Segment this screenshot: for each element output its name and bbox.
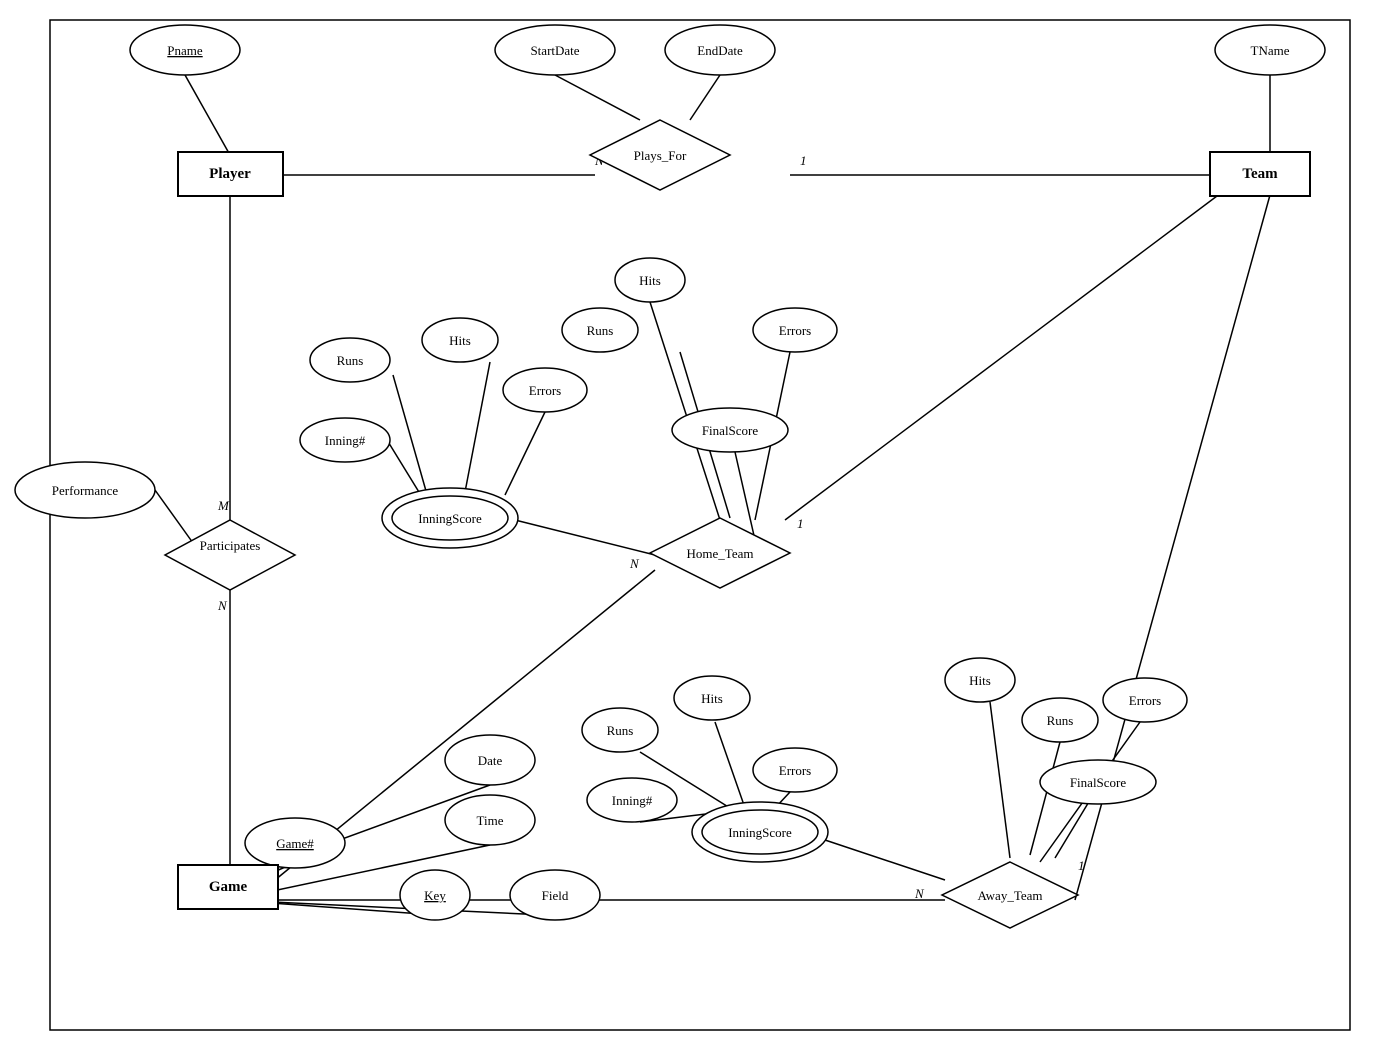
attr-ht-innings-label: InningScore [418,511,482,526]
attr-ht-hits-label: Hits [449,333,471,348]
cardinality-home-1: 1 [797,516,804,531]
rel-plays-for-label: Plays_For [634,148,687,163]
attr-game-num-label: Game# [276,836,314,851]
cardinality-plays-1: 1 [800,153,807,168]
rel-home-team-label: Home_Team [687,546,754,561]
entity-player-label: Player [209,166,251,182]
attr-ht-errors-label: Errors [529,383,562,398]
attr-tname-label: TName [1251,43,1290,58]
attr-pname-label: Pname [167,43,203,58]
cardinality-participates-m: M [217,498,230,513]
attr-enddate-label: EndDate [697,43,743,58]
attr-ht-runs-label: Runs [337,353,364,368]
attr-at-runs-label: Runs [607,723,634,738]
attr-at-inning-num-label: Inning# [612,793,653,808]
attr-game-runs-label: Runs [587,323,614,338]
cardinality-home-n: N [629,556,640,571]
attr-ht-inning-num-label: Inning# [325,433,366,448]
attr-game-errors-label: Errors [779,323,812,338]
attr-field-label: Field [542,888,569,903]
cardinality-away-1: 1 [1078,858,1085,873]
attr-at2-errors-label: Errors [1129,693,1162,708]
attr-time-label: Time [477,813,504,828]
attr-at2-runs-label: Runs [1047,713,1074,728]
rel-participates-label: Participates [200,538,261,553]
attr-at-errors-label: Errors [779,763,812,778]
attr-game-hits-label: Hits [639,273,661,288]
attr-startdate-label: StartDate [530,43,579,58]
attr-game-finalscore-label: FinalScore [702,423,759,438]
attr-at2-finalscore-label: FinalScore [1070,775,1127,790]
cardinality-participates-n: N [217,598,228,613]
attr-key-label: Key [424,888,446,903]
entity-team-label: Team [1242,166,1278,182]
attr-at-innings-label: InningScore [728,825,792,840]
attr-date-label: Date [478,753,503,768]
rel-away-team-label: Away_Team [977,888,1042,903]
attr-at-hits-label: Hits [701,691,723,706]
attr-at2-hits-label: Hits [969,673,991,688]
cardinality-away-n: N [914,886,925,901]
attr-performance-label: Performance [52,483,119,498]
entity-game-label: Game [209,879,248,895]
